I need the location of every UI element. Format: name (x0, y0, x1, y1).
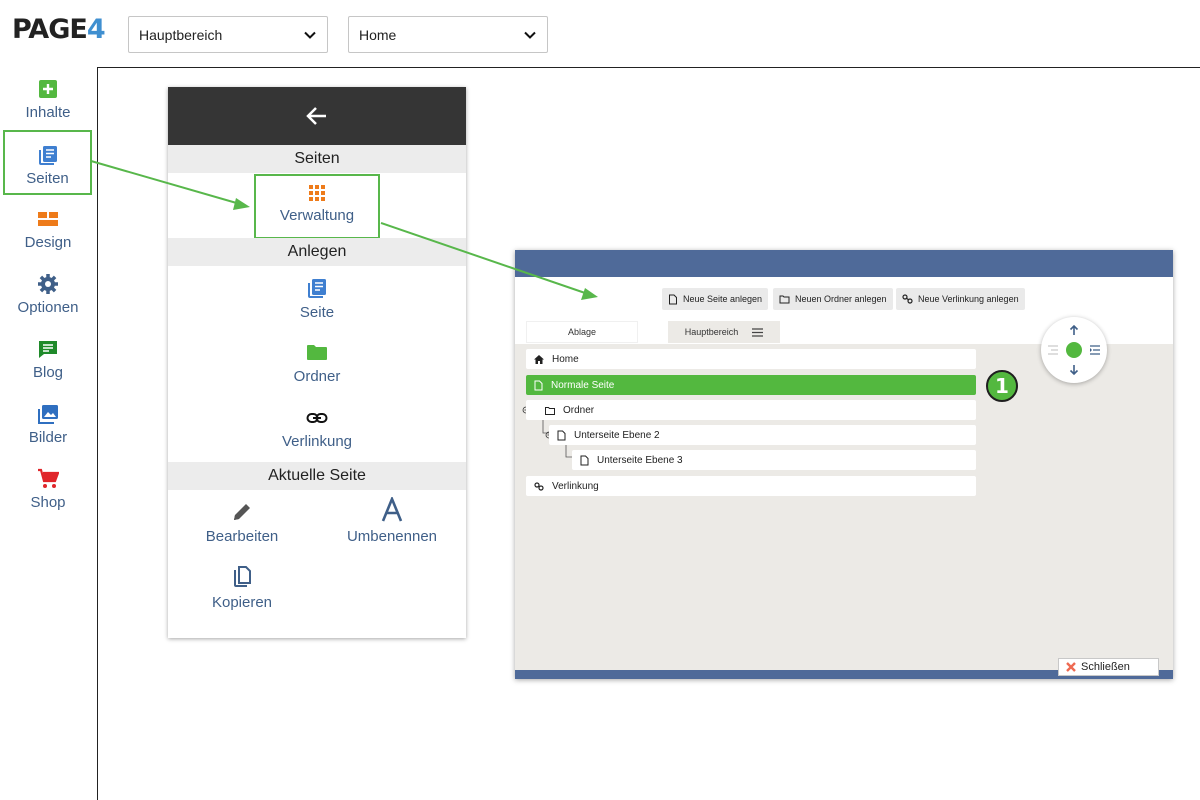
arrow-verwaltung-to-preview (380, 222, 598, 300)
arrow-seiten-to-verwaltung (90, 160, 250, 210)
annotation-arrows (90, 160, 598, 300)
